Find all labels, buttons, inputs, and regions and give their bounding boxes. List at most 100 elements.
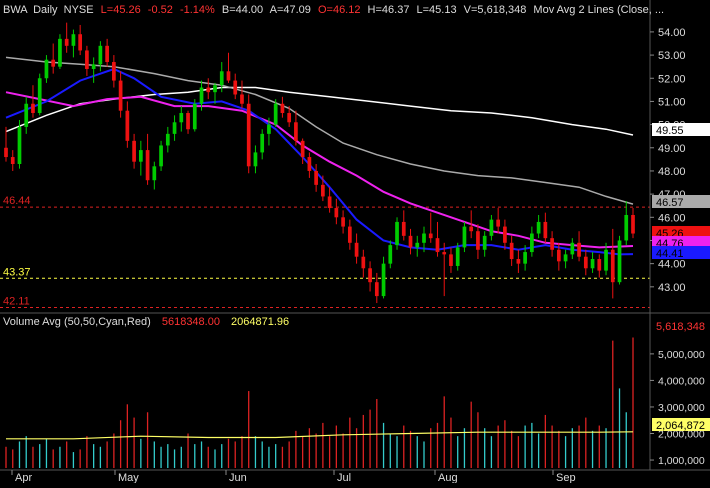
candle-body	[37, 78, 42, 114]
level-label: 42.11	[3, 295, 30, 307]
price-tick-label: 54.00	[658, 27, 686, 39]
candle-body	[610, 249, 615, 283]
candle-body	[489, 219, 494, 236]
change-pct: -1.14%	[180, 4, 215, 16]
high: H=46.37	[368, 4, 410, 16]
candle-body	[165, 133, 170, 146]
candle-body	[71, 34, 76, 46]
volume-study-value2: 2064871.96	[231, 316, 289, 328]
candle-body	[530, 233, 534, 253]
candle-body	[617, 240, 622, 283]
candle-body	[583, 256, 588, 269]
candle-body	[240, 94, 244, 104]
volume-value-tag: 5,618,348	[656, 321, 705, 333]
study-label: Mov Avg 2 Lines (Close, ...	[533, 4, 664, 16]
month-label: Aug	[438, 472, 458, 483]
candle-body	[321, 184, 325, 197]
candle-body	[469, 226, 474, 232]
candle-body	[253, 152, 258, 167]
candle-body	[482, 235, 487, 250]
candle-body	[179, 113, 184, 123]
candle-body	[395, 221, 399, 246]
candle-body	[4, 147, 8, 158]
candle-body	[300, 140, 305, 158]
candle-body	[246, 103, 251, 167]
candle-body	[159, 145, 163, 167]
ask: A=47.09	[270, 4, 311, 16]
price-tick-label: 43.00	[658, 282, 686, 294]
price-value-tag: 46.57	[656, 197, 684, 209]
candle-body	[388, 245, 393, 264]
candle-body	[17, 126, 22, 164]
candle-body	[590, 259, 595, 269]
candle-body	[267, 124, 271, 134]
candle-body	[213, 85, 217, 93]
candle-body	[78, 34, 83, 51]
price-tick-label: 52.00	[658, 73, 686, 85]
candle-body	[226, 71, 231, 81]
candle-body	[105, 45, 109, 63]
volume-tick-label: 3,000,000	[658, 402, 705, 414]
volume-study-value1: 5618348.00	[162, 316, 220, 328]
candle-body	[455, 247, 460, 266]
candle-body	[219, 71, 224, 86]
price-tick-label: 49.00	[658, 143, 686, 155]
candle-body	[31, 103, 35, 114]
candle-body	[64, 38, 69, 46]
candle-body	[334, 208, 339, 218]
candle-body	[577, 242, 581, 257]
candle-body	[523, 252, 527, 264]
candle-body	[428, 233, 433, 239]
month-label: May	[118, 472, 139, 483]
candle-body	[112, 62, 116, 81]
candle-body	[624, 214, 629, 241]
candle-body	[563, 254, 568, 262]
price-tick-label: 53.00	[658, 50, 686, 62]
price-value-tag: 49.55	[656, 125, 684, 137]
candle-body	[327, 196, 332, 209]
candle-body	[374, 282, 379, 297]
last-price: L=45.26	[101, 4, 141, 16]
candle-body	[604, 249, 608, 271]
candle-body	[58, 38, 62, 67]
candle-body	[449, 254, 453, 266]
candle-body	[422, 233, 426, 243]
candle-body	[192, 103, 197, 130]
candle-body	[536, 221, 541, 234]
candle-body	[354, 242, 359, 257]
month-label: Sep	[556, 472, 576, 483]
candle-body	[516, 259, 521, 264]
candle-body	[280, 103, 285, 114]
candle-body	[442, 252, 447, 255]
candle-body	[631, 214, 635, 234]
candle-body	[476, 231, 480, 250]
candle-body	[368, 268, 372, 283]
volume-header: Volume Avg (50,50,Cyan,Red) 5618348.00 2…	[3, 316, 289, 328]
candle-body	[550, 238, 554, 250]
open: O=46.12	[318, 4, 361, 16]
candle-body	[462, 226, 467, 248]
candle-body	[152, 166, 157, 181]
volume-tick-label: 5,000,000	[658, 349, 705, 361]
candle-body	[496, 219, 501, 227]
candle-body	[125, 110, 130, 141]
volume-study-label: Volume Avg (50,50,Cyan,Red)	[3, 316, 151, 328]
candle-body	[314, 170, 318, 185]
candle-body	[556, 249, 561, 262]
candle-body	[273, 103, 278, 125]
candle-body	[91, 64, 96, 69]
candle-body	[233, 80, 238, 95]
candle-body	[199, 87, 204, 104]
candle-body	[44, 59, 49, 79]
price-header: BWA Daily NYSE L=45.26 -0.52 -1.14% B=44…	[3, 4, 664, 16]
candle-body	[415, 242, 420, 248]
candle-body	[347, 226, 352, 243]
symbol: BWA	[3, 4, 28, 16]
candle-body	[206, 87, 211, 93]
candle-body	[381, 263, 386, 297]
chart-canvas: 46.4443.3742.11 43.0044.0045.0046.0047.0…	[0, 0, 710, 484]
interval: Daily	[33, 4, 58, 16]
bid: B=44.00	[222, 4, 263, 16]
candle-body	[401, 221, 406, 236]
low: L=45.13	[417, 4, 457, 16]
